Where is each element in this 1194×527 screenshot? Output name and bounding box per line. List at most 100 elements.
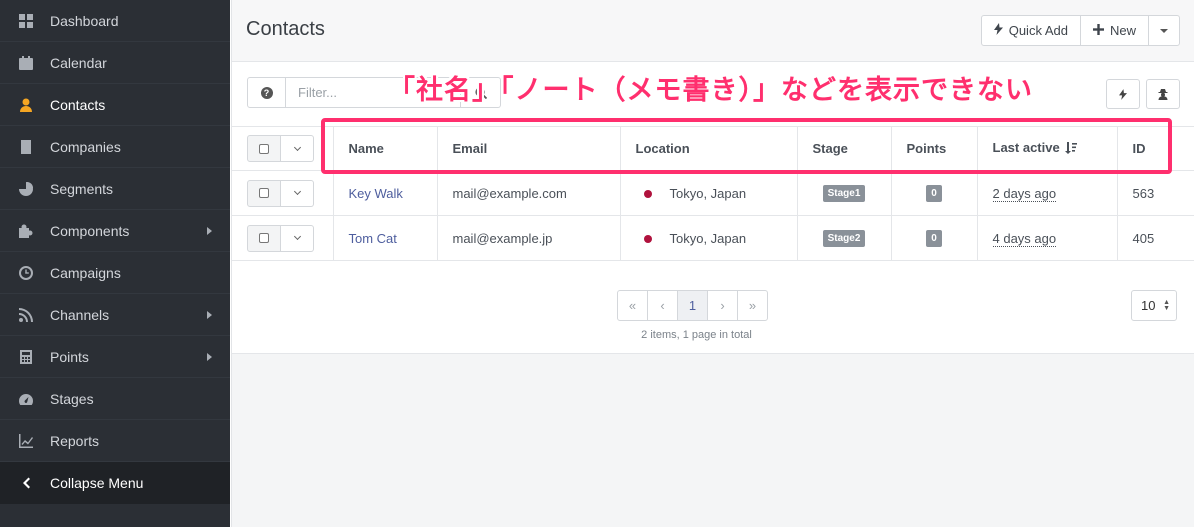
quick-add-label: Quick Add [1008,23,1068,38]
location-text: Tokyo, Japan [669,230,747,246]
japan-flag-icon [643,190,652,199]
page-prev-button[interactable]: ‹ [647,290,678,321]
page-last-button[interactable]: » [737,290,768,321]
sidebar-item-label: Points [50,348,89,365]
sidebar-item-companies[interactable]: Companies [0,126,230,168]
line-chart-icon [18,433,34,449]
cell-name: Tom Cat [333,215,438,261]
pagination: « ‹ 1 › » [617,290,768,321]
per-page-select[interactable]: 10 ▲ ▼ [1131,290,1177,321]
row-actions-dropdown[interactable] [281,179,314,207]
row-checkbox[interactable] [247,179,281,207]
sidebar-item-label: Segments [50,180,114,197]
search-help-button[interactable]: ? [247,77,286,108]
chevron-left-icon [18,475,34,491]
select-arrows-icon: ▲ ▼ [1163,299,1170,312]
cell-name: Key Walk [333,170,438,216]
question-icon: ? [260,86,273,99]
cell-last-active: 2 days ago [977,170,1118,216]
batch-action-button[interactable] [1106,79,1140,109]
cell-location: Tokyo, Japan [620,215,798,261]
toolbar-right-buttons [1106,79,1180,109]
bolt-icon [993,23,1003,38]
calculator-icon [18,349,34,365]
row-select-cell [232,215,334,261]
tachometer-icon [18,391,34,407]
cell-points: 0 [891,170,978,216]
annotation-text: 「社名」「ノート（メモ書き）」などを表示できない [388,75,1033,105]
sidebar-item-label: Stages [50,390,94,407]
sidebar-item-label: Dashboard [50,12,119,29]
collapse-menu-label: Collapse Menu [50,475,144,491]
collapse-menu-button[interactable]: Collapse Menu [0,462,230,504]
plus-icon [1092,23,1104,38]
page-first-button[interactable]: « [617,290,648,321]
contact-name-link[interactable]: Key Walk [349,186,403,201]
table-row: Key Walk mail@example.com Tokyo, Japan S… [232,170,1194,216]
sidebar-item-label: Companies [50,138,121,155]
sidebar-item-calendar[interactable]: Calendar [0,42,230,84]
cell-id: 405 [1117,215,1194,261]
bolt-icon [1119,88,1127,100]
bulk-actions-dropdown[interactable] [281,135,314,162]
pagination-info: 2 items, 1 page in total [641,329,752,341]
user-secret-icon [1158,88,1168,100]
anonymous-user-button[interactable] [1146,79,1180,109]
sidebar-item-reports[interactable]: Reports [0,420,230,462]
page-current-button[interactable]: 1 [677,290,708,321]
annotation-highlight-box [321,118,1172,174]
more-options-dropdown[interactable] [1148,15,1180,46]
sidebar-item-segments[interactable]: Segments [0,168,230,210]
new-button[interactable]: New [1079,15,1149,46]
select-all-header [232,126,334,171]
sidebar-item-label: Calendar [50,54,107,71]
last-active-text: 4 days ago [992,230,1057,247]
row-checkbox[interactable] [247,224,281,252]
building-icon [18,139,34,155]
per-page-value: 10 [1141,298,1156,313]
sidebar-item-label: Components [50,222,130,239]
row-select-cell [232,170,334,216]
page-title: Contacts [246,18,325,40]
chevron-down-icon [293,143,301,151]
caret-down-icon [1160,28,1168,33]
dashboard-icon [18,13,34,29]
row-actions-dropdown[interactable] [281,224,314,252]
sidebar-item-label: Contacts [50,96,106,113]
sidebar-item-label: Reports [50,432,100,449]
stage-badge: Stage1 [822,185,866,202]
header-button-group: Quick Add New [980,15,1180,46]
select-all-checkbox[interactable] [247,135,281,162]
chevron-down-icon [293,232,301,241]
calendar-icon [18,55,34,71]
cell-last-active: 4 days ago [977,215,1118,261]
sidebar-item-contacts[interactable]: Contacts [0,84,230,126]
sidebar-item-dashboard[interactable]: Dashboard [0,0,230,42]
sidebar-item-components[interactable]: Components [0,210,230,252]
caret-right-icon [207,352,212,361]
sidebar-item-points[interactable]: Points [0,336,230,378]
sidebar-item-channels[interactable]: Channels [0,294,230,336]
cell-email: mail@example.com [437,170,621,216]
japan-flag-icon [643,235,652,244]
cell-id: 563 [1117,170,1194,216]
points-badge: 0 [926,185,942,202]
stage-badge: Stage2 [822,230,866,247]
user-icon [18,97,34,113]
sidebar-item-label: Channels [50,306,110,323]
caret-right-icon [207,310,212,319]
quick-add-button[interactable]: Quick Add [980,15,1081,46]
points-badge: 0 [926,230,942,247]
location-text: Tokyo, Japan [669,185,747,201]
contact-name-link[interactable]: Tom Cat [349,231,397,246]
new-label: New [1109,23,1136,38]
puzzle-icon [18,223,34,239]
clock-icon [18,265,34,281]
sidebar-item-stages[interactable]: Stages [0,378,230,420]
cell-location: Tokyo, Japan [620,170,798,216]
rss-icon [18,307,34,323]
page-next-button[interactable]: › [707,290,738,321]
last-active-text: 2 days ago [992,185,1057,202]
sidebar-item-campaigns[interactable]: Campaigns [0,252,230,294]
table-row: Tom Cat mail@example.jp Tokyo, Japan Sta… [232,215,1194,261]
